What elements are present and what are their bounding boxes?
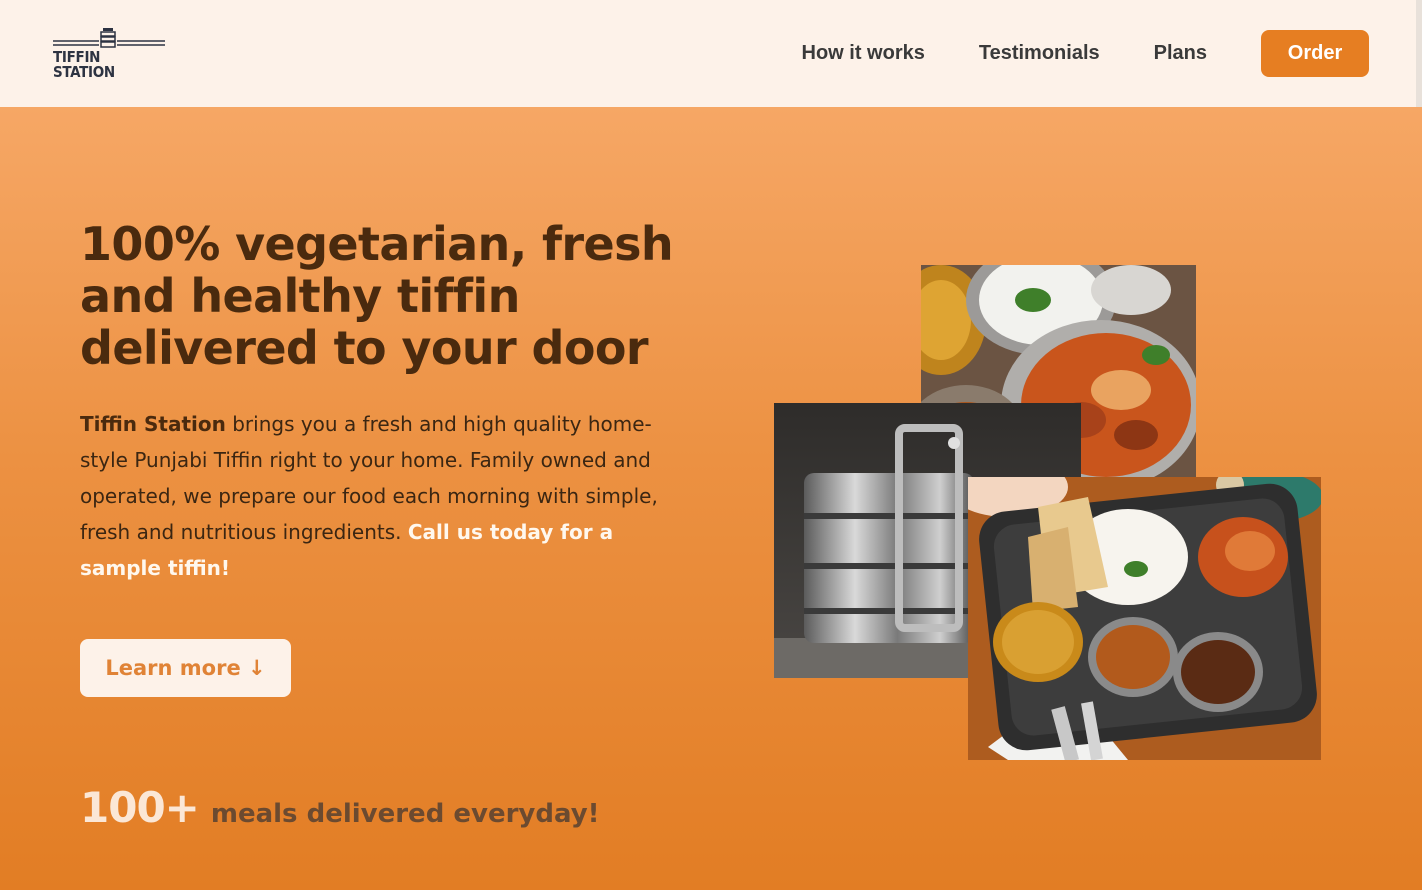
tiffin-logo-icon <box>53 28 165 48</box>
hero-description: Tiffin Station brings you a fresh and hi… <box>80 406 665 586</box>
hero-section: 100% vegetarian, fresh and healthy tiffi… <box>0 107 1422 890</box>
logo[interactable]: TIFFIN STATION <box>53 27 165 80</box>
stat-number: 100+ <box>80 783 200 832</box>
nav-how-it-works[interactable]: How it works <box>802 42 925 65</box>
hero-title: 100% vegetarian, fresh and healthy tiffi… <box>80 217 674 375</box>
order-button[interactable]: Order <box>1261 30 1369 77</box>
main-nav: How it works Testimonials Plans Order <box>802 30 1369 77</box>
stat-label: meals delivered everyday! <box>210 799 600 829</box>
thali-photo <box>968 477 1321 760</box>
nav-plans[interactable]: Plans <box>1154 42 1207 65</box>
logo-text: TIFFIN STATION <box>53 48 115 81</box>
scrollbar[interactable] <box>1416 0 1422 107</box>
site-header: TIFFIN STATION How it works Testimonials… <box>0 0 1422 107</box>
learn-more-button[interactable]: Learn more ↓ <box>80 639 291 697</box>
nav-testimonials[interactable]: Testimonials <box>979 42 1100 65</box>
meals-stat: 100+ meals delivered everyday! <box>80 783 600 832</box>
brand-name: Tiffin Station <box>80 412 226 436</box>
